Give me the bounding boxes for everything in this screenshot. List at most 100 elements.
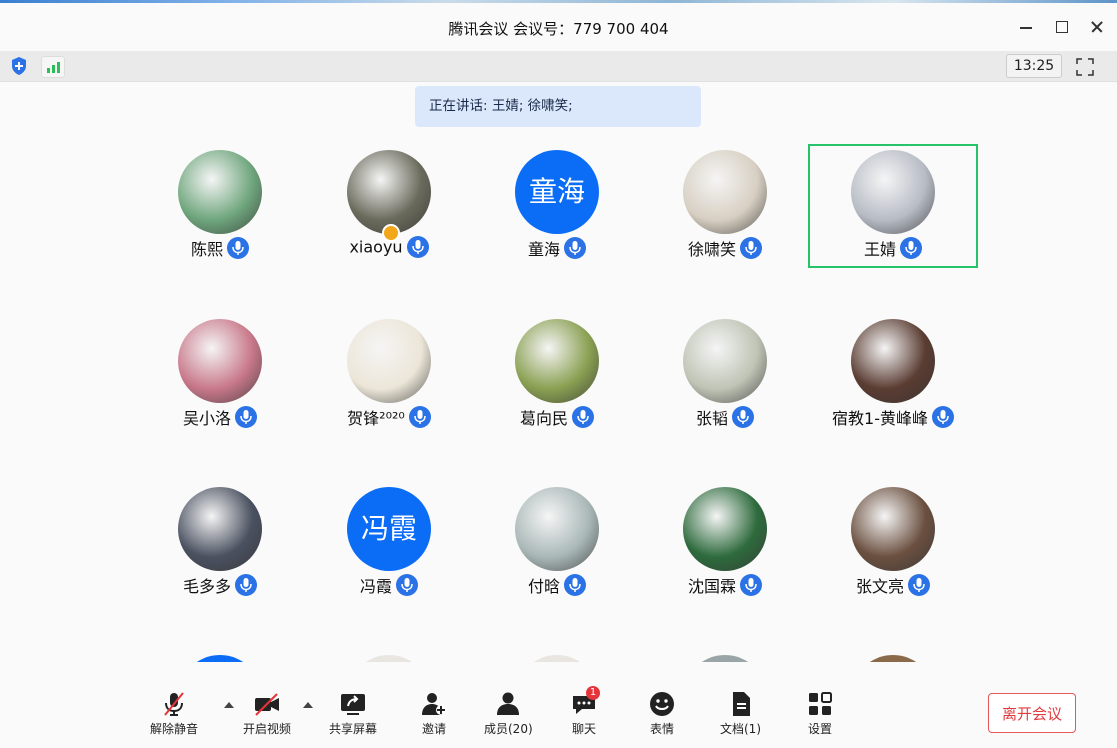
documents-button[interactable]: 文档(1) bbox=[720, 690, 761, 737]
smiley-icon bbox=[650, 692, 674, 716]
unmute-button[interactable]: 解除静音 bbox=[150, 690, 198, 737]
participant-name: 冯霞 bbox=[359, 577, 392, 596]
participant-name: 沈国霖 bbox=[687, 577, 736, 596]
participant-name: xiaoyu bbox=[349, 237, 403, 257]
participant-tile[interactable]: 张韬 bbox=[640, 313, 810, 437]
participant-tile[interactable]: 吴小洛 bbox=[135, 313, 305, 437]
photo-plant-wall bbox=[683, 319, 767, 403]
photo-gray-cat bbox=[178, 487, 262, 571]
participant-avatar-partial[interactable] bbox=[683, 655, 767, 662]
share-screen-label: 共享屏幕 bbox=[329, 722, 378, 736]
participant-tile[interactable]: 王婧 bbox=[808, 144, 978, 268]
photo-roses bbox=[178, 319, 262, 403]
start-video-label: 开启视频 bbox=[243, 722, 292, 736]
microphone-icon bbox=[235, 406, 257, 428]
settings-button[interactable]: 设置 bbox=[806, 690, 834, 737]
settings-label: 设置 bbox=[807, 722, 832, 736]
microphone-icon bbox=[227, 237, 249, 259]
photo-girl-basketball bbox=[178, 150, 262, 234]
participant-name-row: 冯霞 bbox=[304, 573, 474, 597]
avatar-initials: 童海 bbox=[515, 150, 599, 234]
photo-university-sign bbox=[851, 319, 935, 403]
photo-cartoon-jiayou bbox=[851, 150, 935, 234]
document-icon bbox=[732, 692, 750, 716]
participant-tile[interactable]: 贺锋²⁰²⁰ bbox=[304, 313, 474, 437]
microphone-icon bbox=[908, 574, 930, 596]
participant-name: 陈熙 bbox=[190, 240, 223, 259]
microphone-icon bbox=[931, 406, 954, 428]
participant-tile[interactable]: 沈国霖 bbox=[640, 481, 810, 605]
chat-unread-badge: 1 bbox=[586, 686, 600, 700]
participant-name: 童海 bbox=[527, 240, 560, 259]
participant-name: 王婧 bbox=[863, 240, 896, 259]
microphone-icon bbox=[564, 574, 586, 596]
minimize-button[interactable] bbox=[1014, 15, 1038, 39]
photo-green-flower bbox=[515, 319, 599, 403]
chat-label: 聊天 bbox=[571, 722, 596, 736]
participant-tile[interactable]: 冯霞 冯霞 bbox=[304, 481, 474, 605]
video-options-caret[interactable] bbox=[303, 702, 313, 708]
participant-avatar-partial[interactable] bbox=[851, 655, 935, 662]
participant-name-row: 张韬 bbox=[640, 405, 810, 429]
participant-tile[interactable]: xiaoyu bbox=[304, 144, 474, 268]
participant-tile[interactable]: 毛多多 bbox=[135, 481, 305, 605]
participant-tile[interactable]: 童海 童海 bbox=[472, 144, 642, 268]
participant-name: 张韬 bbox=[695, 409, 728, 428]
participant-name-row: 付晗 bbox=[472, 573, 642, 597]
photo-duck bbox=[347, 319, 431, 403]
microphone-icon bbox=[564, 237, 586, 259]
fullscreen-icon[interactable] bbox=[1075, 57, 1095, 77]
participant-tile[interactable]: 宿教1-黄峰峰 bbox=[808, 313, 978, 437]
photo-man-camera bbox=[851, 487, 935, 571]
photo-forest bbox=[683, 487, 767, 571]
microphone-icon bbox=[740, 237, 762, 259]
meeting-clock: 13:25 bbox=[1006, 54, 1062, 78]
participant-tile[interactable]: 付晗 bbox=[472, 481, 642, 605]
participant-name-row: 贺锋²⁰²⁰ bbox=[304, 405, 474, 429]
meeting-toolbar: 解除静音 开启视频 共享屏幕 邀请 成员(20) 1 聊天 表情 文档(1) 设… bbox=[0, 662, 1117, 748]
reactions-button[interactable]: 表情 bbox=[648, 690, 676, 737]
participant-avatar-partial[interactable] bbox=[515, 655, 599, 662]
participant-tile[interactable]: 徐啸笑 bbox=[640, 144, 810, 268]
microphone-icon bbox=[740, 574, 762, 596]
participant-name: 吴小洛 bbox=[182, 409, 231, 428]
participant-name: 毛多多 bbox=[182, 577, 231, 596]
title-bar: 腾讯会议 会议号：779 700 404 bbox=[0, 3, 1117, 51]
participant-tile[interactable]: 张文亮 bbox=[808, 481, 978, 605]
maximize-button[interactable] bbox=[1050, 15, 1074, 39]
security-shield-icon[interactable] bbox=[10, 56, 28, 76]
close-button[interactable] bbox=[1085, 15, 1109, 39]
participant-tile[interactable]: 葛向民 bbox=[472, 313, 642, 437]
window-title: 腾讯会议 会议号：779 700 404 bbox=[448, 20, 669, 38]
chat-button[interactable]: 1 聊天 bbox=[570, 686, 600, 737]
participant-avatar-partial[interactable] bbox=[178, 655, 262, 662]
participant-name-row: 童海 bbox=[472, 236, 642, 260]
participant-name: 宿教1-黄峰峰 bbox=[832, 409, 928, 428]
photo-sketch-drawing bbox=[683, 150, 767, 234]
participant-name: 付晗 bbox=[527, 577, 560, 596]
share-screen-button[interactable]: 共享屏幕 bbox=[329, 690, 377, 737]
participant-name-row: 王婧 bbox=[808, 236, 978, 260]
leave-meeting-button[interactable]: 离开会议 bbox=[988, 693, 1076, 733]
status-bar: 13:25 bbox=[0, 51, 1117, 82]
members-icon bbox=[497, 692, 520, 715]
network-signal-icon[interactable] bbox=[41, 56, 65, 78]
members-button[interactable]: 成员(20) bbox=[484, 690, 533, 737]
invite-button[interactable]: 邀请 bbox=[420, 690, 448, 737]
participant-tile[interactable]: 陈熙 bbox=[135, 144, 305, 268]
avatar-initials: 冯霞 bbox=[347, 487, 431, 571]
start-video-button[interactable]: 开启视频 bbox=[243, 690, 291, 737]
participant-name-row: 沈国霖 bbox=[640, 573, 810, 597]
speaking-indicator: 正在讲话: 王婧; 徐啸笑; bbox=[415, 86, 701, 127]
microphone-icon bbox=[235, 574, 257, 596]
participant-name-row: 徐啸笑 bbox=[640, 236, 810, 260]
microphone-icon bbox=[732, 406, 754, 428]
unmute-label: 解除静音 bbox=[150, 722, 199, 736]
participant-avatar-partial[interactable] bbox=[347, 655, 431, 662]
audio-options-caret[interactable] bbox=[224, 702, 234, 708]
reactions-label: 表情 bbox=[649, 722, 674, 736]
microphone-muted-icon bbox=[164, 692, 184, 716]
chat-icon-wrap: 1 bbox=[570, 686, 600, 718]
participant-name-row: 宿教1-黄峰峰 bbox=[808, 405, 978, 429]
microphone-icon bbox=[406, 236, 429, 258]
